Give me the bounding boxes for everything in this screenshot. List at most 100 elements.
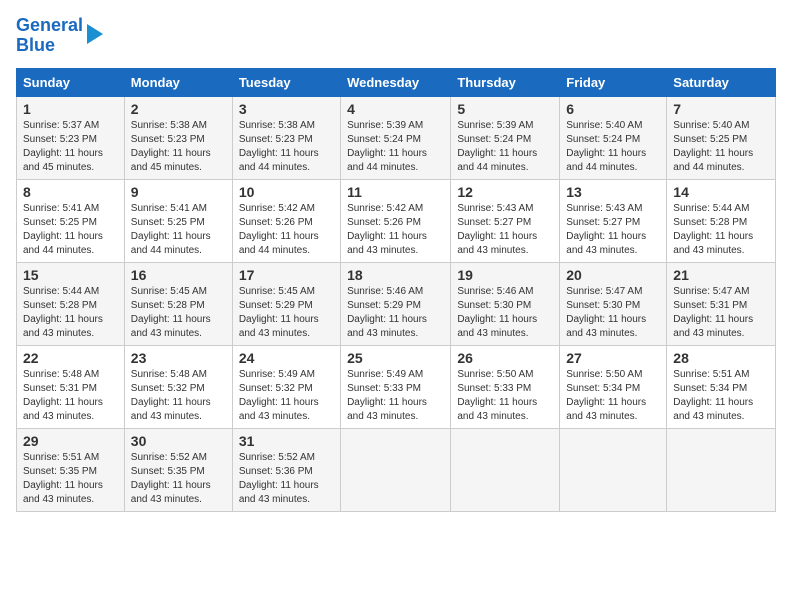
calendar-cell: 7 Sunrise: 5:40 AMSunset: 5:25 PMDayligh… — [667, 96, 776, 179]
day-info: Sunrise: 5:39 AMSunset: 5:24 PMDaylight:… — [347, 120, 427, 173]
day-info: Sunrise: 5:47 AMSunset: 5:30 PMDaylight:… — [566, 286, 646, 339]
logo-general: General — [16, 15, 83, 35]
calendar-cell: 20 Sunrise: 5:47 AMSunset: 5:30 PMDaylig… — [560, 262, 667, 345]
calendar-cell — [667, 428, 776, 511]
day-number: 24 — [239, 350, 334, 366]
day-number: 31 — [239, 433, 334, 449]
day-number: 30 — [131, 433, 226, 449]
calendar-cell: 19 Sunrise: 5:46 AMSunset: 5:30 PMDaylig… — [451, 262, 560, 345]
day-info: Sunrise: 5:45 AMSunset: 5:29 PMDaylight:… — [239, 286, 319, 339]
calendar-cell: 10 Sunrise: 5:42 AMSunset: 5:26 PMDaylig… — [232, 179, 340, 262]
day-info: Sunrise: 5:37 AMSunset: 5:23 PMDaylight:… — [23, 120, 103, 173]
page-header: General Blue — [16, 16, 776, 56]
day-header-monday: Monday — [124, 68, 232, 96]
day-info: Sunrise: 5:41 AMSunset: 5:25 PMDaylight:… — [23, 203, 103, 256]
calendar-cell: 26 Sunrise: 5:50 AMSunset: 5:33 PMDaylig… — [451, 345, 560, 428]
day-header-thursday: Thursday — [451, 68, 560, 96]
day-info: Sunrise: 5:40 AMSunset: 5:24 PMDaylight:… — [566, 120, 646, 173]
day-info: Sunrise: 5:40 AMSunset: 5:25 PMDaylight:… — [673, 120, 753, 173]
day-info: Sunrise: 5:45 AMSunset: 5:28 PMDaylight:… — [131, 286, 211, 339]
calendar-cell — [341, 428, 451, 511]
calendar-cell: 17 Sunrise: 5:45 AMSunset: 5:29 PMDaylig… — [232, 262, 340, 345]
week-row-1: 1 Sunrise: 5:37 AMSunset: 5:23 PMDayligh… — [17, 96, 776, 179]
day-number: 20 — [566, 267, 660, 283]
logo-blue: Blue — [16, 35, 55, 55]
day-info: Sunrise: 5:42 AMSunset: 5:26 PMDaylight:… — [347, 203, 427, 256]
day-number: 2 — [131, 101, 226, 117]
day-info: Sunrise: 5:43 AMSunset: 5:27 PMDaylight:… — [566, 203, 646, 256]
day-number: 13 — [566, 184, 660, 200]
day-number: 21 — [673, 267, 769, 283]
day-number: 19 — [457, 267, 553, 283]
day-number: 9 — [131, 184, 226, 200]
day-number: 15 — [23, 267, 118, 283]
calendar-cell: 23 Sunrise: 5:48 AMSunset: 5:32 PMDaylig… — [124, 345, 232, 428]
calendar-cell: 28 Sunrise: 5:51 AMSunset: 5:34 PMDaylig… — [667, 345, 776, 428]
week-row-5: 29 Sunrise: 5:51 AMSunset: 5:35 PMDaylig… — [17, 428, 776, 511]
calendar-cell: 18 Sunrise: 5:46 AMSunset: 5:29 PMDaylig… — [341, 262, 451, 345]
calendar-cell: 9 Sunrise: 5:41 AMSunset: 5:25 PMDayligh… — [124, 179, 232, 262]
calendar-cell: 16 Sunrise: 5:45 AMSunset: 5:28 PMDaylig… — [124, 262, 232, 345]
logo: General Blue — [16, 16, 103, 56]
day-number: 6 — [566, 101, 660, 117]
logo-arrow-icon — [87, 24, 103, 44]
calendar-cell — [560, 428, 667, 511]
day-info: Sunrise: 5:49 AMSunset: 5:32 PMDaylight:… — [239, 369, 319, 422]
day-info: Sunrise: 5:44 AMSunset: 5:28 PMDaylight:… — [673, 203, 753, 256]
day-number: 12 — [457, 184, 553, 200]
day-number: 17 — [239, 267, 334, 283]
day-number: 27 — [566, 350, 660, 366]
day-number: 1 — [23, 101, 118, 117]
calendar-cell: 30 Sunrise: 5:52 AMSunset: 5:35 PMDaylig… — [124, 428, 232, 511]
day-info: Sunrise: 5:51 AMSunset: 5:35 PMDaylight:… — [23, 452, 103, 505]
day-number: 8 — [23, 184, 118, 200]
day-info: Sunrise: 5:39 AMSunset: 5:24 PMDaylight:… — [457, 120, 537, 173]
calendar-cell: 11 Sunrise: 5:42 AMSunset: 5:26 PMDaylig… — [341, 179, 451, 262]
day-info: Sunrise: 5:52 AMSunset: 5:35 PMDaylight:… — [131, 452, 211, 505]
day-info: Sunrise: 5:44 AMSunset: 5:28 PMDaylight:… — [23, 286, 103, 339]
day-number: 5 — [457, 101, 553, 117]
calendar-cell: 12 Sunrise: 5:43 AMSunset: 5:27 PMDaylig… — [451, 179, 560, 262]
logo-text: General Blue — [16, 16, 83, 56]
day-number: 28 — [673, 350, 769, 366]
day-number: 23 — [131, 350, 226, 366]
day-info: Sunrise: 5:47 AMSunset: 5:31 PMDaylight:… — [673, 286, 753, 339]
calendar-cell: 31 Sunrise: 5:52 AMSunset: 5:36 PMDaylig… — [232, 428, 340, 511]
day-info: Sunrise: 5:46 AMSunset: 5:29 PMDaylight:… — [347, 286, 427, 339]
calendar-cell: 2 Sunrise: 5:38 AMSunset: 5:23 PMDayligh… — [124, 96, 232, 179]
day-number: 7 — [673, 101, 769, 117]
calendar-cell: 5 Sunrise: 5:39 AMSunset: 5:24 PMDayligh… — [451, 96, 560, 179]
day-info: Sunrise: 5:48 AMSunset: 5:32 PMDaylight:… — [131, 369, 211, 422]
day-info: Sunrise: 5:38 AMSunset: 5:23 PMDaylight:… — [239, 120, 319, 173]
day-info: Sunrise: 5:48 AMSunset: 5:31 PMDaylight:… — [23, 369, 103, 422]
calendar-cell: 3 Sunrise: 5:38 AMSunset: 5:23 PMDayligh… — [232, 96, 340, 179]
calendar-cell: 8 Sunrise: 5:41 AMSunset: 5:25 PMDayligh… — [17, 179, 125, 262]
calendar-cell: 24 Sunrise: 5:49 AMSunset: 5:32 PMDaylig… — [232, 345, 340, 428]
week-row-4: 22 Sunrise: 5:48 AMSunset: 5:31 PMDaylig… — [17, 345, 776, 428]
week-row-2: 8 Sunrise: 5:41 AMSunset: 5:25 PMDayligh… — [17, 179, 776, 262]
day-info: Sunrise: 5:52 AMSunset: 5:36 PMDaylight:… — [239, 452, 319, 505]
day-info: Sunrise: 5:50 AMSunset: 5:34 PMDaylight:… — [566, 369, 646, 422]
day-header-wednesday: Wednesday — [341, 68, 451, 96]
day-number: 3 — [239, 101, 334, 117]
day-info: Sunrise: 5:41 AMSunset: 5:25 PMDaylight:… — [131, 203, 211, 256]
day-info: Sunrise: 5:46 AMSunset: 5:30 PMDaylight:… — [457, 286, 537, 339]
day-number: 22 — [23, 350, 118, 366]
day-header-sunday: Sunday — [17, 68, 125, 96]
calendar-cell: 29 Sunrise: 5:51 AMSunset: 5:35 PMDaylig… — [17, 428, 125, 511]
day-header-friday: Friday — [560, 68, 667, 96]
day-info: Sunrise: 5:38 AMSunset: 5:23 PMDaylight:… — [131, 120, 211, 173]
calendar-cell: 27 Sunrise: 5:50 AMSunset: 5:34 PMDaylig… — [560, 345, 667, 428]
calendar-table: SundayMondayTuesdayWednesdayThursdayFrid… — [16, 68, 776, 512]
day-info: Sunrise: 5:49 AMSunset: 5:33 PMDaylight:… — [347, 369, 427, 422]
calendar-cell — [451, 428, 560, 511]
calendar-cell: 15 Sunrise: 5:44 AMSunset: 5:28 PMDaylig… — [17, 262, 125, 345]
calendar-cell: 13 Sunrise: 5:43 AMSunset: 5:27 PMDaylig… — [560, 179, 667, 262]
day-number: 16 — [131, 267, 226, 283]
day-number: 10 — [239, 184, 334, 200]
calendar-cell: 14 Sunrise: 5:44 AMSunset: 5:28 PMDaylig… — [667, 179, 776, 262]
day-info: Sunrise: 5:42 AMSunset: 5:26 PMDaylight:… — [239, 203, 319, 256]
calendar-cell: 4 Sunrise: 5:39 AMSunset: 5:24 PMDayligh… — [341, 96, 451, 179]
calendar-cell: 22 Sunrise: 5:48 AMSunset: 5:31 PMDaylig… — [17, 345, 125, 428]
day-number: 14 — [673, 184, 769, 200]
